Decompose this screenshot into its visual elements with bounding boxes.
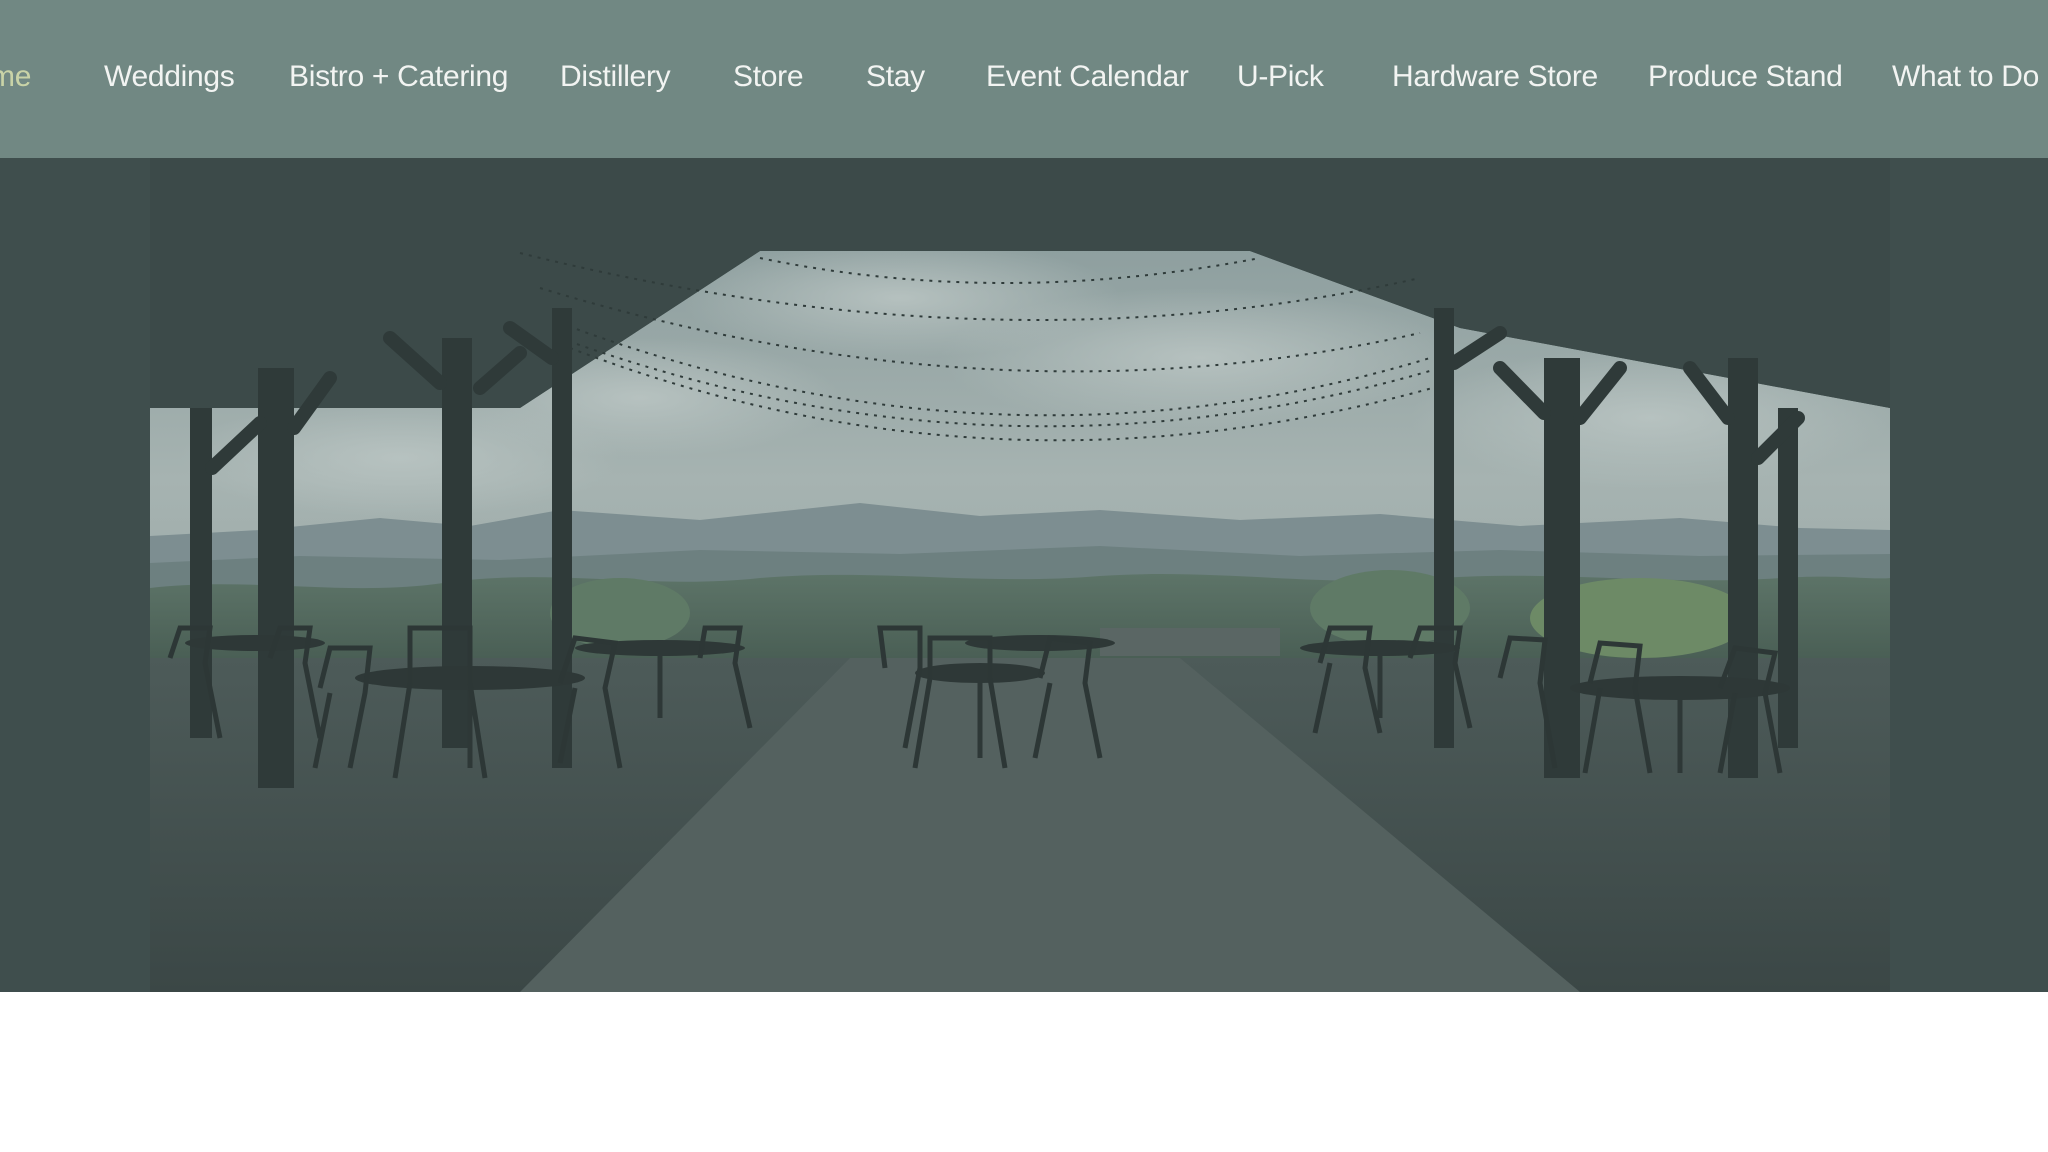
hero-section bbox=[0, 158, 2048, 992]
content-area bbox=[0, 992, 2048, 1152]
nav-item-stay[interactable]: Stay bbox=[866, 55, 925, 99]
nav-item-event-calendar[interactable]: Event Calendar bbox=[986, 55, 1189, 99]
page: me Weddings Bistro + Catering Distillery… bbox=[0, 0, 2048, 1152]
nav-item-weddings[interactable]: Weddings bbox=[104, 55, 235, 99]
nav-item-bistro-catering[interactable]: Bistro + Catering bbox=[289, 55, 508, 99]
nav-item-what-to-do[interactable]: What to Do i bbox=[1892, 55, 2048, 99]
nav-item-store[interactable]: Store bbox=[733, 55, 804, 99]
nav-item-hardware-store[interactable]: Hardware Store bbox=[1392, 55, 1598, 99]
nav-item-produce-stand[interactable]: Produce Stand bbox=[1648, 55, 1843, 99]
nav-item-distillery[interactable]: Distillery bbox=[560, 55, 671, 99]
nav-item-home[interactable]: me bbox=[0, 55, 31, 99]
hero-image bbox=[0, 158, 2048, 992]
main-nav: me Weddings Bistro + Catering Distillery… bbox=[0, 0, 2048, 158]
nav-item-u-pick[interactable]: U-Pick bbox=[1237, 55, 1324, 99]
